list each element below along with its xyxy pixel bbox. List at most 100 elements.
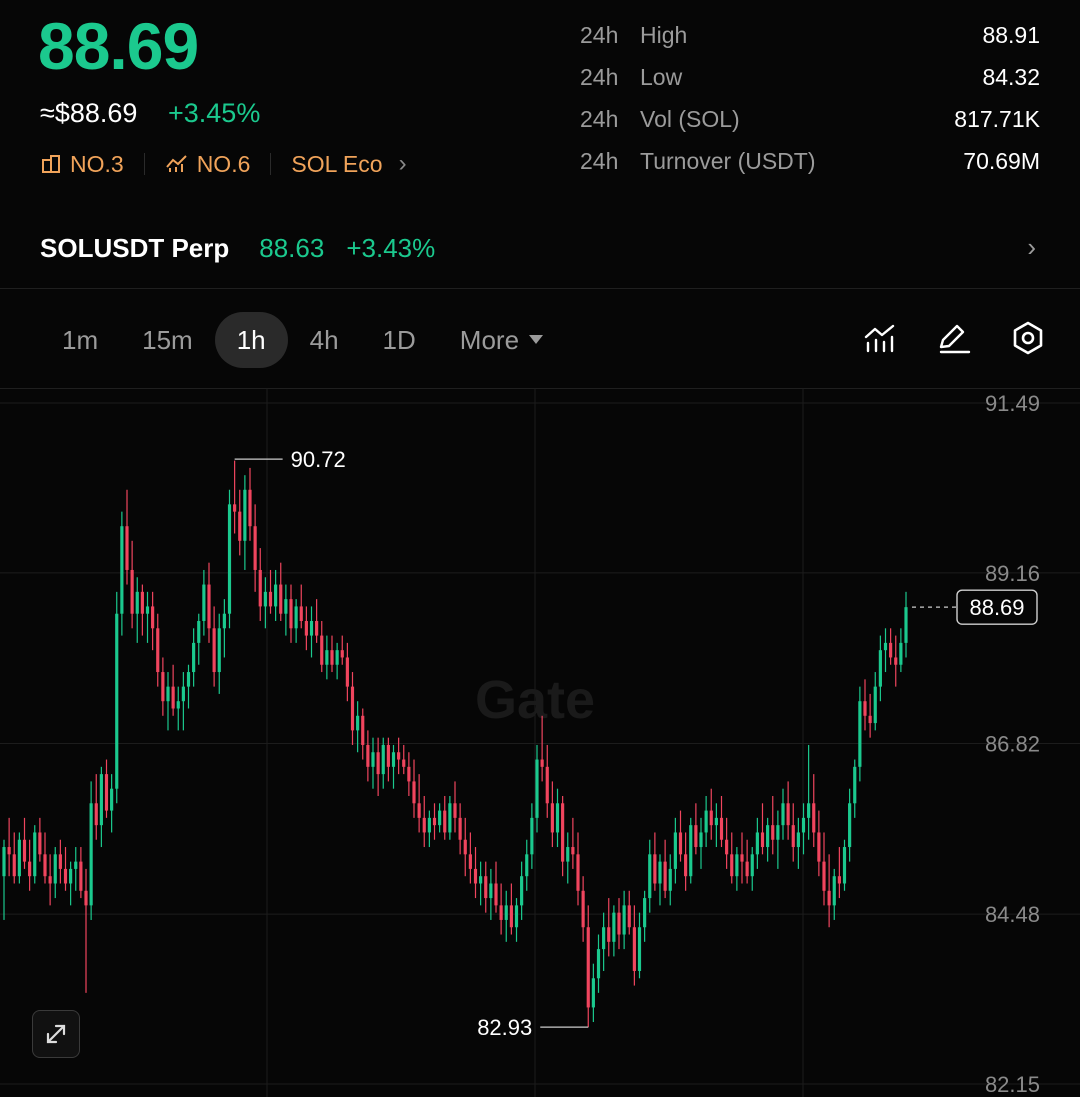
high-marker-label: 90.72 [291, 447, 346, 472]
candle-body [796, 832, 800, 848]
candle-body [156, 628, 160, 673]
candle-body [520, 876, 524, 906]
trending-rank-label: NO.6 [196, 150, 251, 177]
candle-body [699, 832, 703, 848]
candle-body [397, 752, 401, 760]
candle-body [622, 905, 626, 935]
trending-rank[interactable]: NO.6 [165, 150, 251, 178]
timeframe-tabs: 1m 15m 1h 4h 1D More [40, 310, 565, 370]
candle-body [294, 606, 298, 629]
candle-body [161, 672, 165, 702]
candle-body [668, 868, 672, 891]
candle-body [571, 847, 575, 855]
candle-body [689, 825, 693, 877]
candle-body [514, 905, 519, 928]
candle-body [458, 817, 462, 840]
candle-body [304, 621, 308, 636]
candle-body [366, 744, 370, 767]
candle-body [299, 606, 303, 622]
expand-button[interactable] [32, 1010, 80, 1058]
candle-body [99, 774, 103, 826]
candle-body [381, 744, 385, 775]
divider [143, 153, 145, 175]
caret-down-icon [529, 335, 544, 344]
candle-body [227, 504, 232, 614]
draw-pen-icon[interactable] [936, 320, 972, 356]
candle-body [750, 854, 754, 877]
candle-body [494, 883, 498, 906]
chevron-right-icon[interactable]: › [1027, 232, 1036, 263]
tab-1d[interactable]: 1D [361, 312, 438, 368]
candle-body [315, 621, 319, 636]
settings-hexagon-icon[interactable] [1010, 320, 1046, 356]
candle-body [776, 825, 780, 840]
stat-label: Vol (SOL) [640, 105, 740, 132]
candle-body [745, 861, 749, 877]
candle-body [473, 868, 478, 884]
candle-body [391, 752, 396, 767]
y-tick-label: 86.82 [985, 732, 1040, 757]
chevron-right-icon[interactable]: › [399, 150, 407, 178]
candle-body [586, 927, 590, 1008]
tab-15m[interactable]: 15m [120, 312, 215, 368]
candle-body [38, 832, 42, 855]
last-price-label: 88.69 [969, 595, 1024, 620]
candle-body [904, 607, 908, 643]
candle-body [899, 642, 903, 665]
candle-body [438, 810, 442, 826]
candle-body [140, 591, 144, 614]
candle-body [69, 868, 73, 884]
expand-icon [46, 1024, 66, 1044]
candle-body [673, 832, 677, 869]
y-tick-label: 82.15 [985, 1072, 1040, 1097]
stat-label: Low [640, 63, 683, 90]
candle-body [427, 817, 431, 833]
candle-body [371, 752, 375, 767]
candle-body [171, 686, 175, 709]
stat-period: 24h [580, 63, 619, 90]
candle-body [284, 599, 288, 614]
candle-body [612, 912, 616, 942]
candle-body [873, 686, 877, 724]
candle-body [176, 701, 180, 709]
market-cap-rank-label: NO.3 [70, 150, 124, 177]
tab-4h[interactable]: 4h [288, 312, 361, 368]
candle-body [540, 759, 544, 767]
candle-body [730, 854, 734, 877]
candle-body [258, 569, 262, 607]
rank-row: NO.3 NO.6 SOL Eco › [40, 148, 407, 180]
stat-high: 24h High 88.91 [580, 14, 1040, 56]
candle-body [274, 584, 278, 607]
stats-panel: 24h High 88.91 24h Low 84.32 24h Vol (SO… [580, 14, 1040, 182]
tab-more[interactable]: More [438, 312, 565, 368]
candle-body [192, 642, 196, 673]
tab-1m[interactable]: 1m [40, 312, 120, 368]
stat-value: 84.32 [982, 63, 1040, 90]
candle-body [576, 854, 580, 891]
candle-body [104, 774, 109, 811]
candle-body [653, 854, 657, 884]
candle-body [130, 569, 134, 614]
ecosystem-link[interactable]: SOL Eco [291, 151, 382, 178]
candle-body [2, 847, 6, 877]
indicator-chart-icon[interactable] [862, 320, 898, 356]
tab-1h[interactable]: 1h [214, 312, 288, 368]
market-cap-rank[interactable]: NO.3 [40, 151, 124, 178]
candle-body [125, 526, 129, 570]
candle-body [135, 591, 139, 614]
candle-body [238, 511, 242, 541]
perp-row[interactable]: SOLUSDT Perp 88.63 +3.43% [40, 228, 435, 268]
candle-body [883, 642, 888, 651]
candle-body [894, 657, 898, 665]
y-tick-label: 91.49 [985, 391, 1040, 416]
candle-body [637, 927, 642, 971]
candle-body [320, 635, 324, 665]
low-marker-label: 82.93 [477, 1015, 532, 1040]
more-label: More [459, 325, 520, 355]
candle-body [386, 744, 390, 767]
candle-body [566, 847, 570, 862]
candle-body [222, 613, 226, 629]
candlestick-chart[interactable]: 91.49 89.16 86.82 84.48 82.15 Gate 90.72 82.93 8… [0, 388, 1080, 1097]
candle-body [186, 672, 191, 687]
candle-body [832, 876, 836, 906]
